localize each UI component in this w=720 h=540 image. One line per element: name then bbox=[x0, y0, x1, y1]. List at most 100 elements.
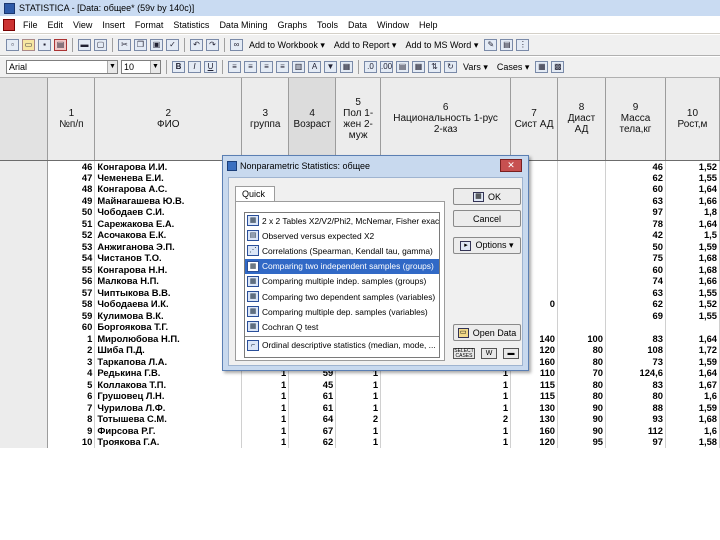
table-cell[interactable]: 1 bbox=[241, 413, 290, 425]
table-cell[interactable] bbox=[557, 252, 606, 264]
table-cell[interactable]: 1,58 bbox=[665, 436, 720, 448]
table-cell[interactable]: 61 bbox=[288, 401, 337, 413]
table-cell[interactable]: 49 bbox=[47, 194, 96, 206]
table-cell[interactable]: Тотышева С.М. bbox=[94, 413, 243, 425]
output-options-icon[interactable]: ▤ bbox=[500, 39, 514, 51]
fill-color-icon[interactable]: ▼ bbox=[324, 61, 337, 73]
table-cell[interactable]: 1 bbox=[335, 390, 382, 402]
table-cell[interactable]: 95 bbox=[557, 436, 606, 448]
row-header[interactable] bbox=[0, 217, 49, 229]
table-cell[interactable]: Майнагашева Ю.В. bbox=[94, 194, 243, 206]
borders-icon[interactable]: ▦ bbox=[340, 61, 353, 73]
table-cell[interactable]: 42 bbox=[605, 229, 666, 241]
row-header[interactable] bbox=[0, 252, 49, 264]
table-cell[interactable] bbox=[557, 183, 606, 195]
print-preview-icon[interactable]: ▢ bbox=[94, 39, 107, 51]
grid-icon[interactable]: ▦ bbox=[535, 61, 549, 73]
underline-icon[interactable]: U bbox=[204, 61, 217, 73]
table-cell[interactable]: 1,59 bbox=[665, 401, 720, 413]
table-cell[interactable]: 1 bbox=[380, 436, 512, 448]
table-cell[interactable]: Асочакова Е.К. bbox=[94, 229, 243, 241]
table-cell[interactable]: 88 bbox=[605, 401, 666, 413]
table-cell[interactable]: Чистанов Т.О. bbox=[94, 252, 243, 264]
table-row[interactable]: 10 Троякова Г.А. 1 62 1 1 120 95 97 1,58 bbox=[0, 436, 720, 448]
table-cell[interactable]: 64 bbox=[288, 413, 337, 425]
row-header[interactable] bbox=[0, 378, 49, 390]
table-cell[interactable]: 1 bbox=[241, 378, 290, 390]
menu-statistics[interactable]: Statistics bbox=[168, 20, 214, 30]
table-cell[interactable]: 46 bbox=[47, 160, 96, 172]
table-cell[interactable]: 1 bbox=[380, 424, 512, 436]
undo-icon[interactable]: ↶ bbox=[190, 39, 203, 51]
table-cell[interactable] bbox=[557, 194, 606, 206]
table-cell[interactable]: 1,64 bbox=[665, 367, 720, 379]
table-cell[interactable]: 51 bbox=[47, 217, 96, 229]
paste-icon[interactable]: ▣ bbox=[150, 39, 163, 51]
table-row[interactable]: 9 Фирсова Р.Г. 1 67 1 1 160 90 112 1,6 bbox=[0, 424, 720, 436]
table-cell[interactable]: 83 bbox=[605, 332, 666, 344]
table-cell[interactable]: 130 bbox=[510, 413, 559, 425]
cut-icon[interactable]: ✂ bbox=[118, 39, 131, 51]
table-cell[interactable]: 58 bbox=[47, 298, 96, 310]
table-cell[interactable]: 1,8 bbox=[665, 206, 720, 218]
table-cell[interactable]: 1,72 bbox=[665, 344, 720, 356]
table-cell[interactable] bbox=[557, 217, 606, 229]
table-cell[interactable]: 100 bbox=[557, 332, 606, 344]
table-cell[interactable]: 56 bbox=[47, 275, 96, 287]
table-row[interactable]: 8 Тотышева С.М. 1 64 2 2 130 90 93 1,68 bbox=[0, 413, 720, 425]
row-header[interactable] bbox=[0, 194, 49, 206]
row-header[interactable] bbox=[0, 263, 49, 275]
table-cell[interactable]: 57 bbox=[47, 286, 96, 298]
table-cell[interactable]: 4 bbox=[47, 367, 96, 379]
list-item[interactable]: ▤ Observed versus expected X2 bbox=[245, 228, 439, 243]
table-cell[interactable]: 1 bbox=[335, 378, 382, 390]
add-to-ms-word-button[interactable]: Add to MS Word ▾ bbox=[402, 40, 481, 51]
new-file-icon[interactable]: ▫ bbox=[6, 39, 19, 51]
table-cell[interactable]: Грушовец Л.Н. bbox=[94, 390, 243, 402]
table-cell[interactable]: 63 bbox=[605, 194, 666, 206]
align-right-icon[interactable]: ≡ bbox=[260, 61, 273, 73]
select-cases-button[interactable]: SELECT CASES bbox=[453, 347, 475, 359]
open-folder-icon[interactable]: ▭ bbox=[22, 39, 35, 51]
table-cell[interactable]: 115 bbox=[510, 390, 559, 402]
table-cell[interactable]: Редькина Г.В. bbox=[94, 367, 243, 379]
corner-header[interactable] bbox=[0, 78, 49, 161]
table-cell[interactable]: Миролюбова Н.П. bbox=[94, 332, 243, 344]
table-cell[interactable]: 1 bbox=[47, 332, 96, 344]
row-header[interactable] bbox=[0, 401, 49, 413]
ok-button[interactable]: ▦ OK bbox=[453, 188, 521, 205]
menu-view[interactable]: View bbox=[68, 20, 97, 30]
table-cell[interactable]: 1,67 bbox=[665, 378, 720, 390]
list-item[interactable]: ▦ Comparing two dependent samples (variab… bbox=[245, 289, 439, 304]
italic-icon[interactable]: I bbox=[188, 61, 201, 73]
menu-window[interactable]: Window bbox=[372, 20, 414, 30]
table-cell[interactable]: 80 bbox=[557, 344, 606, 356]
table-cell[interactable]: Конгарова И.И. bbox=[94, 160, 243, 172]
table-cell[interactable] bbox=[557, 321, 606, 333]
table-cell[interactable]: 1,52 bbox=[665, 298, 720, 310]
table-cell[interactable]: 47 bbox=[47, 171, 96, 183]
table-cell[interactable]: 48 bbox=[47, 183, 96, 195]
table-cell[interactable]: 62 bbox=[288, 436, 337, 448]
table-cell[interactable]: 1,64 bbox=[665, 217, 720, 229]
list-item[interactable]: ▦ 2 x 2 Tables X2/V2/Phi2, McNemar, Fishe… bbox=[245, 213, 439, 228]
table-cell[interactable] bbox=[557, 263, 606, 275]
list-item[interactable]: ▦ Comparing two independent samples (grou… bbox=[245, 258, 439, 274]
table-cell[interactable]: 80 bbox=[557, 378, 606, 390]
pin-icon[interactable]: ✎ bbox=[484, 39, 498, 51]
menu-insert[interactable]: Insert bbox=[97, 20, 130, 30]
recalculate-icon[interactable]: ↻ bbox=[444, 61, 457, 73]
table-cell[interactable]: 120 bbox=[510, 436, 559, 448]
table-cell[interactable]: 59 bbox=[47, 309, 96, 321]
column-header[interactable]: 10 Рост,м bbox=[665, 78, 720, 161]
table-cell[interactable]: 1,6 bbox=[665, 390, 720, 402]
column-header[interactable]: 3 группа bbox=[241, 78, 290, 161]
row-header[interactable] bbox=[0, 171, 49, 183]
row-header[interactable] bbox=[0, 424, 49, 436]
table-cell[interactable]: 1 bbox=[335, 424, 382, 436]
justify-icon[interactable]: ≡ bbox=[276, 61, 289, 73]
table-cell[interactable]: 124,6 bbox=[605, 367, 666, 379]
dialog-title-bar[interactable]: Nonparametric Statistics: общее bbox=[223, 156, 528, 176]
table-cell[interactable]: 2 bbox=[380, 413, 512, 425]
bold-icon[interactable]: B bbox=[172, 61, 185, 73]
